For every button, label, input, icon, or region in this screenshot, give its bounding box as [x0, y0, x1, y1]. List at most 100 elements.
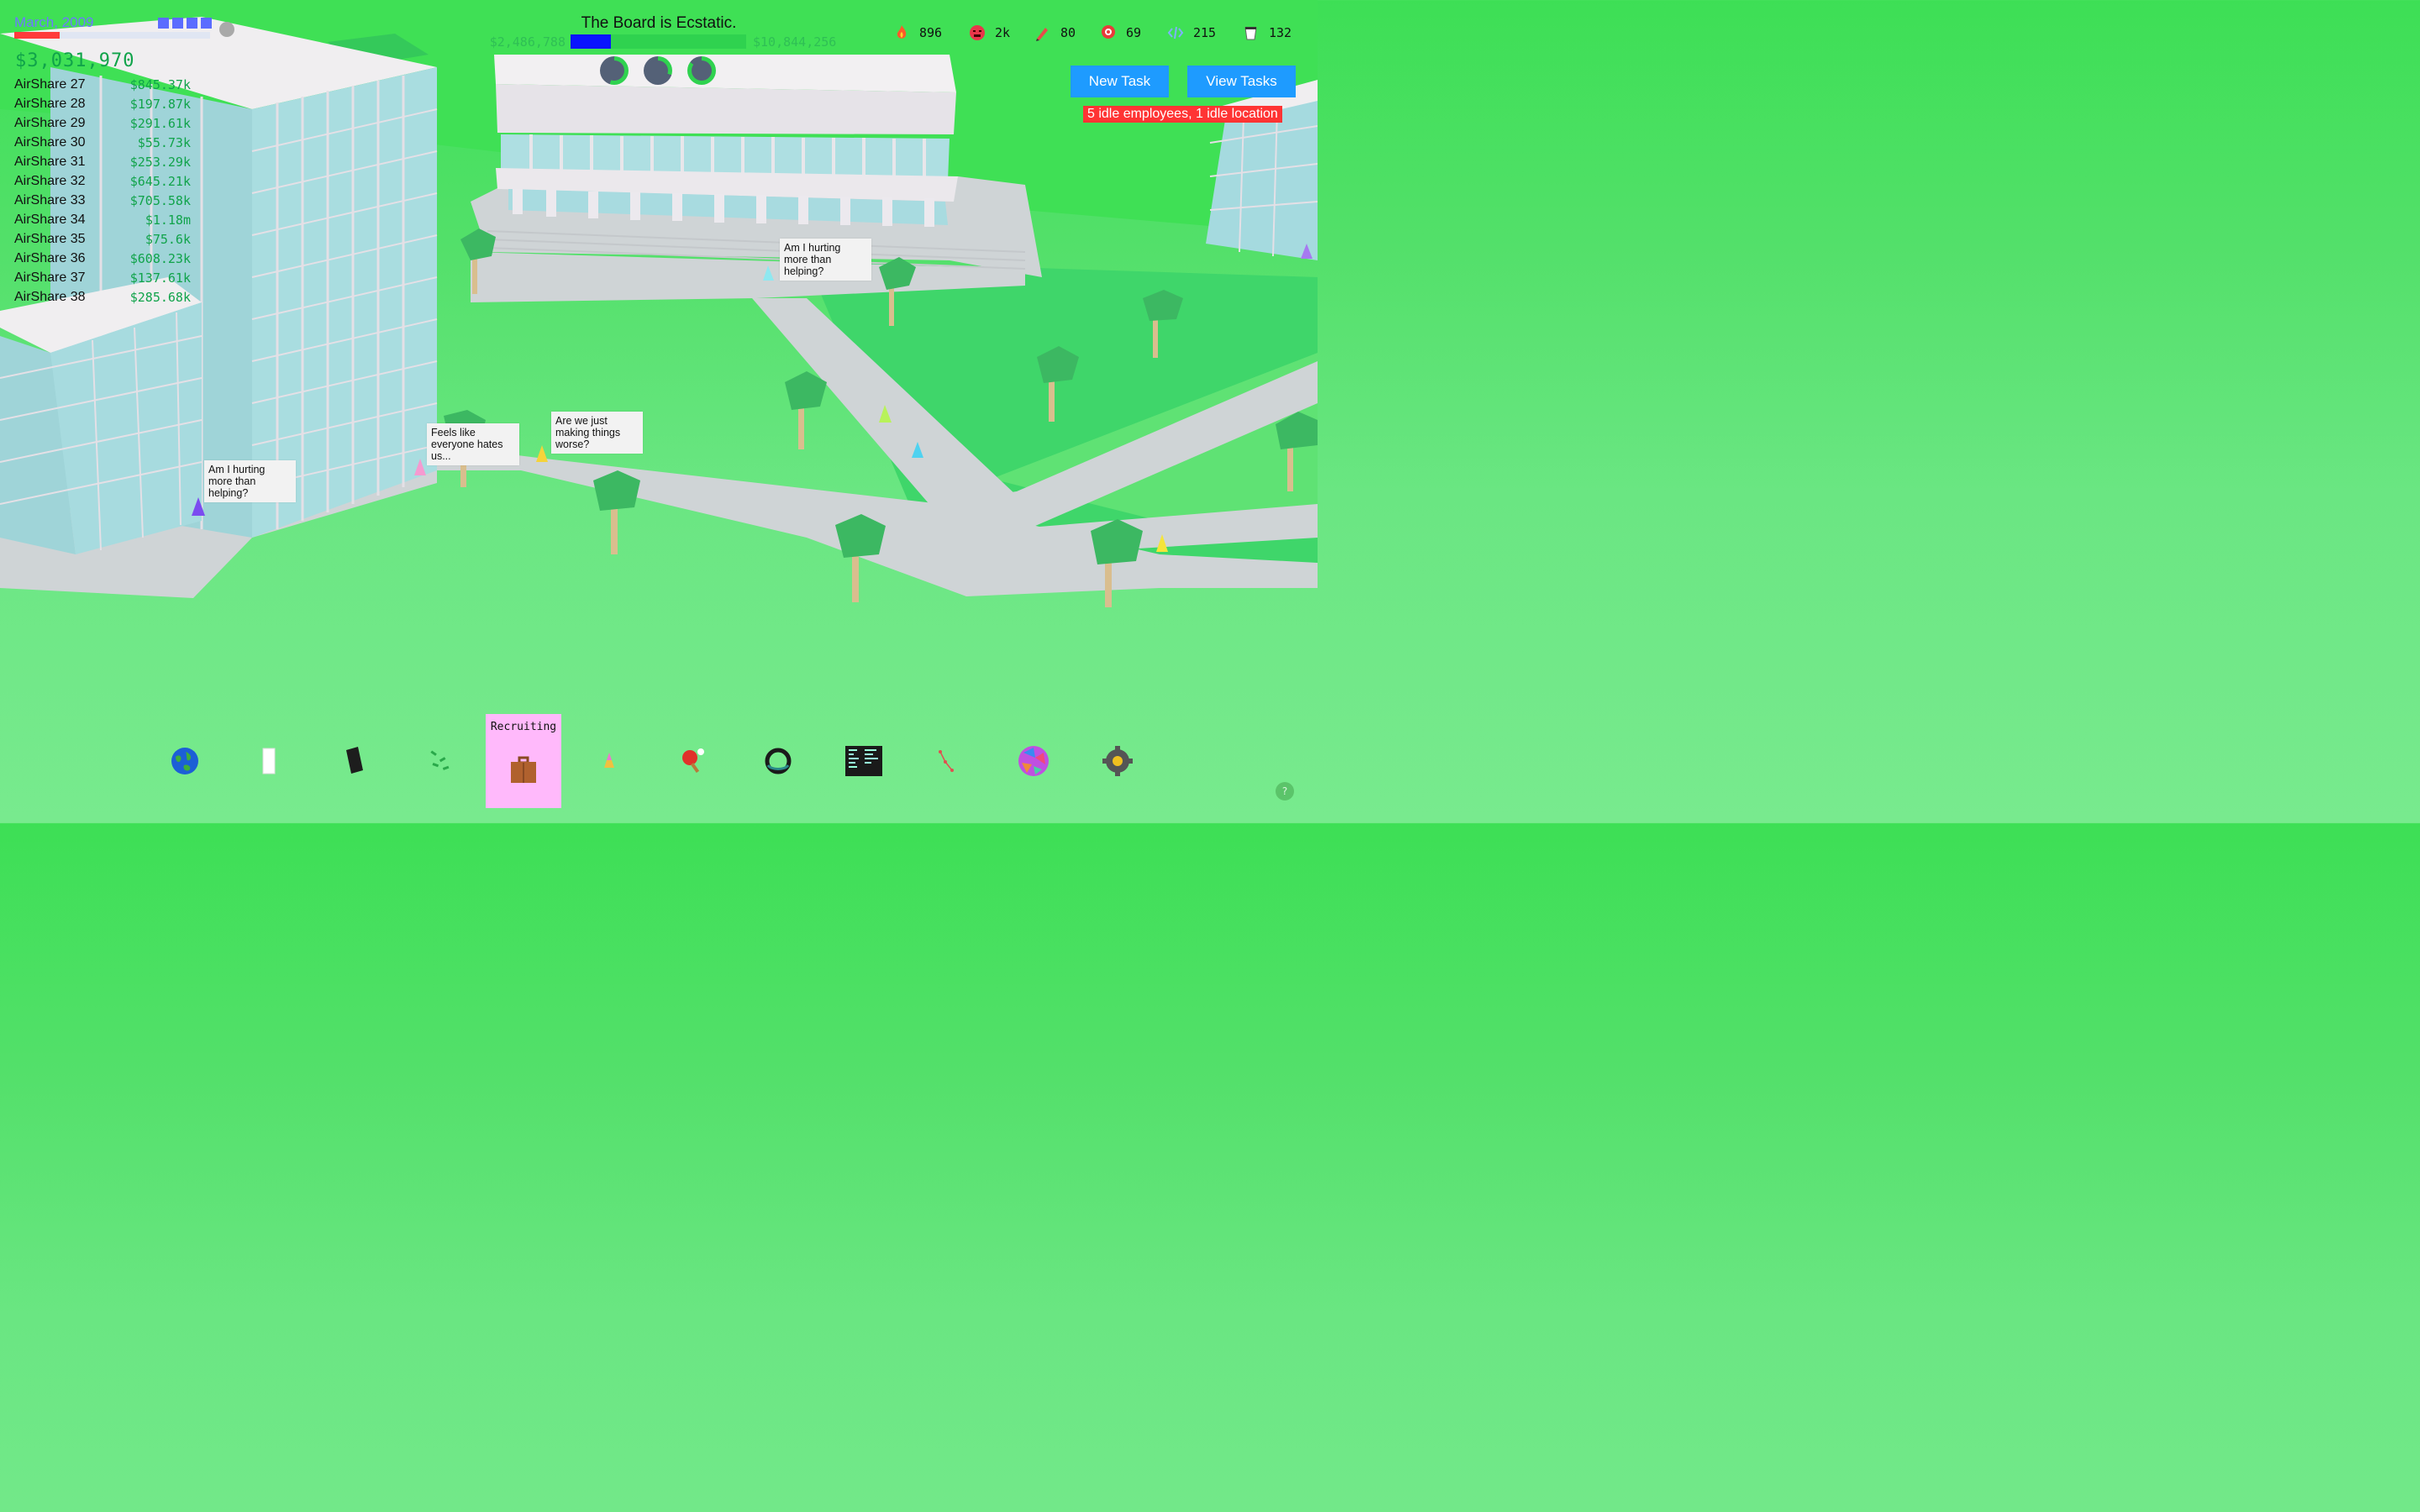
stat-hype: 896	[892, 24, 942, 42]
product-row: AirShare 33 $705.58k	[14, 191, 191, 210]
product-row: AirShare 34 $1.18m	[14, 210, 191, 229]
product-revenue: $137.61k	[129, 270, 191, 286]
product-revenue: $645.21k	[129, 173, 191, 189]
tool-party[interactable]	[571, 714, 647, 808]
product-row: AirShare 37 $137.61k	[14, 268, 191, 287]
stat-coffee-value: 132	[1269, 25, 1292, 40]
product-name: AirShare 27	[14, 76, 86, 92]
speed-level-2[interactable]	[172, 18, 183, 29]
engineering-icon	[1166, 24, 1185, 42]
month-progress-fill	[14, 32, 60, 39]
tool-money[interactable]	[402, 714, 478, 808]
idle-warning-badge[interactable]: 5 idle employees, 1 idle location	[1083, 106, 1282, 123]
board-progress-fill	[571, 34, 612, 49]
tool-sphere[interactable]	[996, 714, 1071, 808]
product-name: AirShare 28	[14, 96, 86, 111]
product-name: AirShare 35	[14, 231, 86, 246]
help-button[interactable]: ?	[1276, 782, 1294, 801]
product-name: AirShare 38	[14, 289, 86, 304]
product-revenue: $285.68k	[129, 289, 191, 305]
product-name: AirShare 33	[14, 192, 86, 207]
phone-icon	[346, 747, 363, 774]
product-row: AirShare 36 $608.23k	[14, 249, 191, 268]
product-name: AirShare 36	[14, 250, 86, 265]
stat-design: 80	[1034, 24, 1076, 42]
product-revenue: $75.6k	[145, 231, 191, 247]
board-target-low: $2,486,788	[489, 34, 566, 50]
product-row: AirShare 31 $253.29k	[14, 152, 191, 171]
tool-settings[interactable]	[1080, 714, 1155, 808]
speed-level-3[interactable]	[187, 18, 197, 29]
speed-level-4[interactable]	[201, 18, 212, 29]
gauge-1	[600, 56, 629, 85]
briefcase-icon	[511, 756, 536, 783]
code-screen-icon	[845, 746, 882, 776]
product-name: AirShare 32	[14, 173, 86, 188]
bottom-toolbar: Recruiting	[0, 714, 1318, 815]
column-icon	[262, 748, 276, 774]
stat-outrage: 2k	[968, 24, 1010, 42]
speed-level-1[interactable]	[158, 18, 169, 29]
outrage-icon	[968, 24, 986, 42]
product-row: AirShare 30 $55.73k	[14, 133, 191, 152]
board-target-high: $10,844,256	[753, 34, 837, 50]
view-tasks-button[interactable]: View Tasks	[1187, 66, 1296, 97]
tool-recruiting[interactable]: Recruiting	[486, 714, 561, 808]
product-name: AirShare 34	[14, 212, 86, 227]
product-row: AirShare 28 $197.87k	[14, 94, 191, 113]
product-revenue: $197.87k	[129, 96, 191, 112]
product-revenue: $608.23k	[129, 250, 191, 266]
tool-phone[interactable]	[316, 714, 392, 808]
product-row: AirShare 38 $285.68k	[14, 287, 191, 307]
speech-bubble: Am I hurting more than helping?	[204, 460, 296, 502]
product-revenue: $705.58k	[129, 192, 191, 208]
tool-network[interactable]	[910, 714, 986, 808]
product-revenue: $845.37k	[129, 76, 191, 92]
marketing-icon	[1099, 24, 1118, 42]
product-name: AirShare 30	[14, 134, 86, 150]
tool-globe[interactable]	[147, 714, 223, 808]
product-revenue: $291.61k	[129, 115, 191, 131]
product-revenue: $253.29k	[129, 154, 191, 170]
campus-scene	[0, 0, 1318, 607]
design-icon	[1034, 24, 1052, 42]
stat-hype-value: 896	[919, 25, 943, 40]
stat-engineering: 215	[1166, 24, 1216, 42]
product-row: AirShare 32 $645.21k	[14, 171, 191, 191]
cash-balance: $3,031,970	[15, 50, 135, 71]
stat-marketing: 69	[1099, 24, 1141, 42]
stat-marketing-value: 69	[1126, 25, 1142, 40]
pause-button[interactable]	[219, 22, 234, 37]
hype-icon	[892, 24, 911, 42]
speed-control[interactable]	[158, 18, 212, 29]
gauge-3	[687, 56, 716, 85]
network-icon	[939, 750, 954, 772]
stat-coffee: 132	[1242, 24, 1292, 42]
product-revenue: $1.18m	[145, 212, 191, 228]
product-row: AirShare 29 $291.61k	[14, 113, 191, 133]
sphere-icon	[1018, 746, 1049, 776]
settings-icon	[1102, 746, 1133, 776]
board-status: The Board is Ecstatic.	[581, 14, 737, 32]
speech-bubble: Are we just making things worse?	[551, 412, 643, 454]
product-row: AirShare 35 $75.6k	[14, 229, 191, 249]
worker-gauges	[600, 56, 716, 85]
tool-column[interactable]	[231, 714, 307, 808]
tool-code-screen[interactable]	[826, 714, 902, 808]
party-hat-icon	[604, 753, 614, 768]
month-progress-bar	[14, 32, 210, 39]
money-icon	[430, 750, 450, 770]
tool-ping-pong[interactable]	[655, 714, 731, 808]
new-task-button[interactable]: New Task	[1071, 66, 1169, 97]
ping-pong-icon	[682, 748, 704, 774]
product-row: AirShare 27 $845.37k	[14, 75, 191, 94]
product-name: AirShare 29	[14, 115, 86, 130]
product-name: AirShare 31	[14, 154, 86, 169]
stat-design-value: 80	[1060, 25, 1076, 40]
gauge-2	[644, 56, 672, 85]
tool-smartwatch[interactable]	[740, 714, 816, 808]
smartwatch-icon	[765, 748, 792, 774]
speech-bubble: Feels like everyone hates us...	[427, 423, 519, 465]
coffee-icon	[1242, 24, 1260, 42]
current-date: March, 2009	[14, 14, 94, 30]
